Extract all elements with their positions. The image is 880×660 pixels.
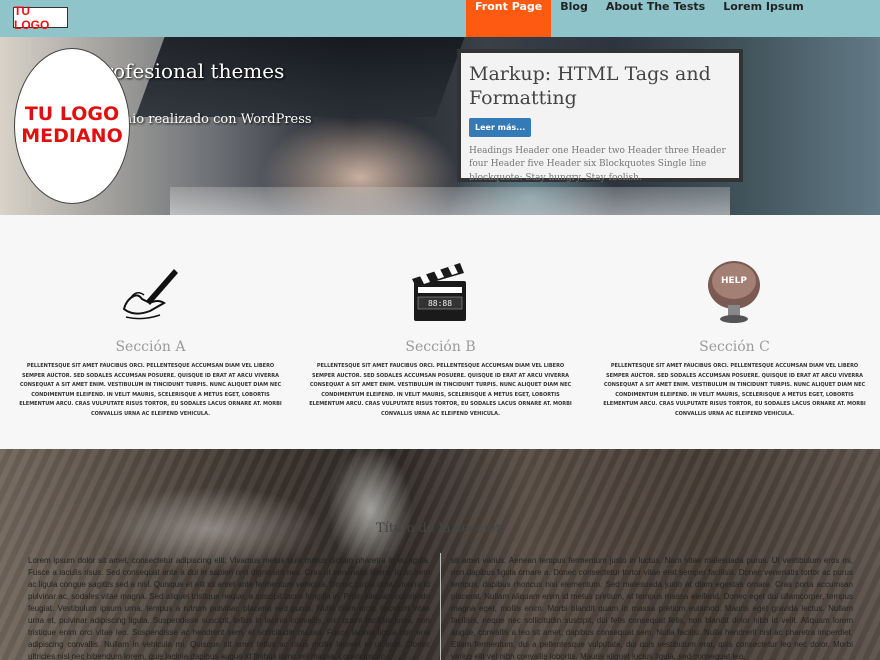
nav-item-lorem-ipsum[interactable]: Lorem Ipsum (714, 0, 813, 37)
bottom-section-title: Título de la sección (375, 521, 504, 536)
hero-banner: Profesional themes Sitio aio realizado c… (0, 37, 880, 215)
site-logo[interactable]: TU LOGO (13, 4, 68, 32)
hero-title: Profesional themes (90, 59, 285, 83)
nav-item-blog[interactable]: Blog (551, 0, 597, 37)
bottom-column-left: Lorem ipsum dolor sit amet, consectetur … (28, 556, 430, 660)
medium-logo[interactable]: TU LOGO MEDIANO (14, 48, 130, 204)
section-c-text: Pellentesque sit amet faucibus orci. Pel… (603, 363, 866, 417)
help-button-icon: HELP (708, 261, 760, 323)
column-divider (440, 553, 441, 660)
featured-post-excerpt: Headings Header one Header two Header th… (469, 145, 726, 183)
medium-logo-line-1: TU LOGO (24, 103, 120, 126)
svg-text:88:88: 88:88 (428, 299, 452, 308)
section-c-title: Sección C (699, 339, 770, 355)
sections-area: Sección A Pellentesque sit amet faucibus… (0, 215, 880, 449)
section-a-title: Sección A (115, 339, 186, 355)
section-a-text: Pellentesque sit amet faucibus orci. Pel… (19, 363, 282, 417)
clapperboard-icon: 88:88 (412, 263, 466, 321)
bottom-section: Título de la sección Lorem ipsum dolor s… (0, 449, 880, 660)
help-button-text: HELP (721, 276, 747, 286)
nav-item-front-page[interactable]: Front Page (466, 0, 552, 37)
medium-logo-line-2: MEDIANO (21, 125, 123, 147)
nav-item-about-the-tests[interactable]: About The Tests (597, 0, 714, 37)
hero-keyboard-decoration (170, 187, 730, 215)
main-menu: Front Page Blog About The Tests Lorem Ip… (466, 0, 813, 37)
featured-post-box: Markup: HTML Tags and Formatting Leer má… (457, 49, 743, 183)
section-b-title: Sección B (405, 339, 476, 355)
section-b-text: Pellentesque sit amet faucibus orci. Pel… (309, 363, 572, 417)
top-navbar: TU LOGO Front Page Blog About The Tests … (0, 0, 880, 37)
read-more-button[interactable]: Leer más... (469, 117, 532, 137)
featured-post-title[interactable]: Markup: HTML Tags and Formatting (469, 63, 731, 111)
pen-hand-icon (122, 269, 178, 320)
bottom-column-right: sit amet varius. Aenean tempus fermentum… (451, 556, 853, 660)
